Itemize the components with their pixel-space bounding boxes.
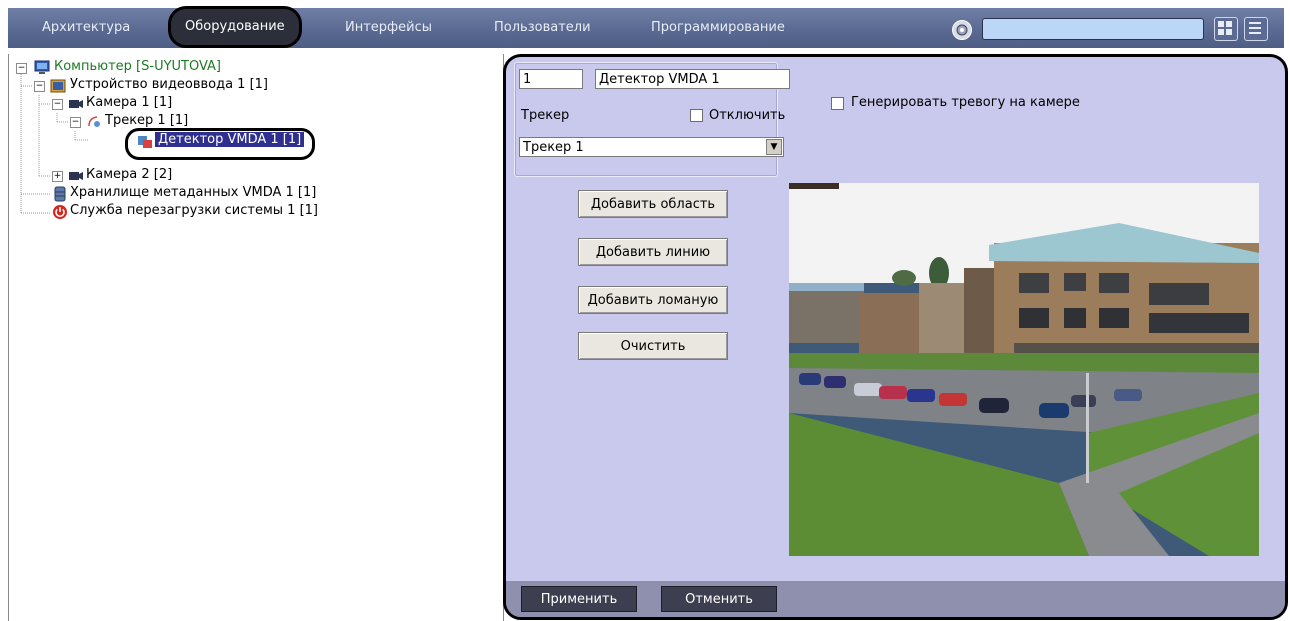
- top-nav-bar: Архитектура Оборудование Интерфейсы Поль…: [8, 6, 1284, 48]
- tree-item-reboot-service[interactable]: Служба перезагрузки системы 1 [1]: [70, 202, 318, 220]
- generate-alarm-checkbox[interactable]: [831, 97, 844, 110]
- video-capture-icon: [50, 79, 66, 93]
- cancel-button[interactable]: Отменить: [661, 586, 777, 612]
- generate-alarm-label: Генерировать тревогу на камере: [851, 95, 1080, 110]
- add-polyline-button[interactable]: Добавить ломаную: [578, 286, 728, 314]
- tracker-label: Трекер: [521, 108, 570, 123]
- grid-layout-icon[interactable]: [1214, 17, 1238, 41]
- tree-item-computer[interactable]: Компьютер [S-UYUTOVA]: [54, 58, 221, 76]
- chevron-down-icon[interactable]: ▼: [766, 139, 782, 155]
- expander-collapse[interactable]: −: [34, 81, 45, 92]
- add-line-button[interactable]: Добавить линию: [578, 238, 728, 266]
- tracker-select-value: Трекер 1: [523, 140, 584, 155]
- tracker-icon: [88, 116, 100, 127]
- object-name-field[interactable]: Детектор VMDA 1: [595, 69, 790, 89]
- tab-users[interactable]: Пользователи: [494, 8, 591, 48]
- tab-architecture[interactable]: Архитектура: [42, 8, 130, 48]
- tree-item-video-device[interactable]: Устройство видеоввода 1 [1]: [70, 76, 268, 94]
- tree-item-camera-2[interactable]: Камера 2 [2]: [86, 166, 172, 184]
- storage-icon: [54, 186, 66, 202]
- add-area-button[interactable]: Добавить область: [578, 190, 728, 218]
- computer-icon: [34, 60, 50, 74]
- tree-item-camera-1[interactable]: Камера 1 [1]: [86, 94, 172, 112]
- expander-collapse[interactable]: −: [52, 99, 63, 110]
- search-input[interactable]: [982, 18, 1204, 40]
- clear-button[interactable]: Очистить: [578, 332, 728, 360]
- highlight-ellipse: [125, 128, 315, 160]
- menu-icon[interactable]: [1244, 17, 1268, 41]
- expander-expand[interactable]: +: [52, 171, 63, 182]
- power-icon: [53, 205, 67, 219]
- tab-programming[interactable]: Программирование: [651, 8, 785, 48]
- camera-icon: [69, 172, 83, 180]
- apply-button[interactable]: Применить: [521, 586, 637, 612]
- settings-panel: 1 Детектор VMDA 1 Трекер Отключить Треке…: [503, 54, 1288, 620]
- camera-video-preview[interactable]: [789, 183, 1259, 556]
- tab-interfaces[interactable]: Интерфейсы: [345, 8, 432, 48]
- object-tree: − Компьютер [S-UYUTOVA] − Устройство вид…: [8, 54, 504, 621]
- object-id-group: 1 Детектор VMDA 1 Трекер Отключить Треке…: [514, 62, 790, 177]
- tracker-select[interactable]: Трекер 1 ▼: [519, 137, 784, 157]
- camera-icon: [69, 100, 83, 108]
- expander-collapse[interactable]: −: [16, 63, 27, 74]
- tab-equipment[interactable]: Оборудование: [168, 6, 302, 48]
- object-id-field[interactable]: 1: [519, 69, 583, 89]
- panel-footer: Применить Отменить: [506, 581, 1285, 617]
- tree-item-metadata-storage[interactable]: Хранилище метаданных VMDA 1 [1]: [70, 184, 316, 202]
- search-icon[interactable]: [952, 20, 972, 40]
- disable-checkbox[interactable]: [690, 109, 703, 122]
- expander-collapse[interactable]: −: [70, 117, 81, 128]
- disable-label: Отключить: [709, 108, 786, 123]
